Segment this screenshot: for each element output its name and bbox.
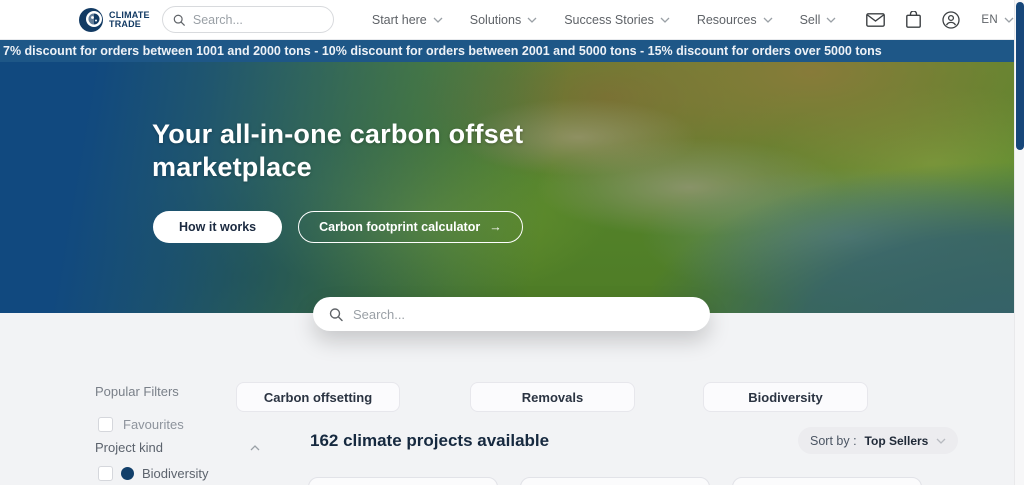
nav-item-label: Sell bbox=[799, 12, 821, 27]
nav-item-start-here[interactable]: Start here bbox=[372, 13, 443, 27]
favourites-label: Favourites bbox=[123, 417, 184, 432]
marketplace-section: Popular Filters Favourites Project kind … bbox=[0, 313, 1014, 485]
sort-selected-value: Top Sellers bbox=[864, 433, 929, 448]
top-navbar: CLIMATE TRADE Start here Solutions Succe… bbox=[0, 0, 1014, 40]
popular-filters-heading: Popular Filters bbox=[95, 384, 179, 399]
chevron-down-icon bbox=[433, 17, 443, 23]
hero-buttons: How it works Carbon footprint calculator… bbox=[153, 211, 523, 243]
chevron-down-icon bbox=[527, 17, 537, 23]
chevron-down-icon bbox=[936, 438, 946, 444]
brand-logo[interactable]: CLIMATE TRADE bbox=[78, 7, 150, 33]
hero-image bbox=[0, 62, 1014, 313]
sort-by-label: Sort by : bbox=[810, 433, 857, 448]
nav-search-input[interactable] bbox=[192, 12, 323, 27]
discount-banner-text: 7% discount for orders between 1001 and … bbox=[3, 44, 882, 58]
mail-icon bbox=[866, 12, 886, 27]
search-icon bbox=[329, 307, 343, 321]
nav-actions: EN bbox=[866, 10, 1014, 29]
hero-section: Your all-in-one carbon offset marketplac… bbox=[0, 62, 1014, 313]
biodiversity-filter: Biodiversity bbox=[98, 466, 208, 481]
how-it-works-button[interactable]: How it works bbox=[153, 211, 283, 243]
nav-item-label: Success Stories bbox=[564, 12, 654, 27]
brand-logo-text: CLIMATE TRADE bbox=[109, 9, 150, 29]
nav-item-label: Start here bbox=[371, 12, 427, 27]
nav-item-solutions[interactable]: Solutions bbox=[470, 13, 537, 27]
chevron-down-icon bbox=[1004, 17, 1014, 23]
nav-item-sell[interactable]: Sell bbox=[800, 13, 837, 27]
shopping-bag-icon bbox=[906, 11, 922, 28]
chevron-up-icon bbox=[250, 444, 260, 450]
tab-removals[interactable]: Removals bbox=[470, 382, 635, 417]
language-selector[interactable]: EN bbox=[981, 14, 1014, 26]
project-card[interactable] bbox=[520, 477, 710, 485]
project-kind-label: Project kind bbox=[95, 440, 163, 455]
nav-item-label: Solutions bbox=[469, 12, 522, 27]
project-card[interactable] bbox=[308, 477, 498, 485]
projects-search-input[interactable] bbox=[353, 306, 694, 322]
results-count-heading: 162 climate projects available bbox=[310, 431, 550, 450]
sort-dropdown[interactable]: Sort by : Top Sellers bbox=[798, 427, 959, 454]
chevron-down-icon bbox=[660, 17, 670, 23]
page: CLIMATE TRADE Start here Solutions Succe… bbox=[0, 0, 1024, 485]
nav-item-label: Resources bbox=[696, 12, 757, 27]
mail-button[interactable] bbox=[866, 12, 886, 27]
nav-item-success-stories[interactable]: Success Stories bbox=[564, 13, 670, 27]
page-scrollbar[interactable] bbox=[1014, 0, 1024, 485]
tab-carbon-offsetting[interactable]: Carbon offsetting bbox=[236, 382, 400, 417]
biodiversity-color-dot-icon bbox=[121, 467, 134, 480]
nav-item-resources[interactable]: Resources bbox=[697, 13, 773, 27]
language-code: EN bbox=[981, 13, 998, 26]
calculator-button-label: Carbon footprint calculator bbox=[319, 220, 481, 234]
climatetrade-logo-icon bbox=[79, 7, 103, 32]
nav-links: Start here Solutions Success Stories Res… bbox=[372, 13, 837, 27]
cart-button[interactable] bbox=[906, 11, 922, 28]
account-button[interactable] bbox=[942, 10, 961, 29]
discount-banner: 7% discount for orders between 1001 and … bbox=[0, 40, 1014, 62]
arrow-right-icon: → bbox=[489, 220, 502, 234]
tab-biodiversity[interactable]: Biodiversity bbox=[703, 382, 868, 417]
chevron-down-icon bbox=[763, 17, 773, 23]
nav-search-box[interactable] bbox=[161, 6, 334, 33]
carbon-footprint-calculator-button[interactable]: Carbon footprint calculator → bbox=[298, 211, 523, 243]
search-icon bbox=[173, 14, 185, 26]
favourites-checkbox[interactable] bbox=[98, 417, 113, 432]
project-card[interactable] bbox=[732, 477, 922, 485]
biodiversity-label: Biodiversity bbox=[142, 466, 209, 481]
favourites-filter: Favourites bbox=[98, 417, 184, 432]
biodiversity-checkbox[interactable] bbox=[98, 466, 113, 481]
scrollbar-thumb[interactable] bbox=[1016, 2, 1024, 150]
project-kind-section-toggle[interactable]: Project kind bbox=[95, 440, 260, 455]
projects-search-box[interactable] bbox=[313, 297, 710, 331]
hero-title: Your all-in-one carbon offset marketplac… bbox=[152, 119, 524, 182]
person-icon bbox=[942, 10, 961, 29]
chevron-down-icon bbox=[826, 17, 836, 23]
